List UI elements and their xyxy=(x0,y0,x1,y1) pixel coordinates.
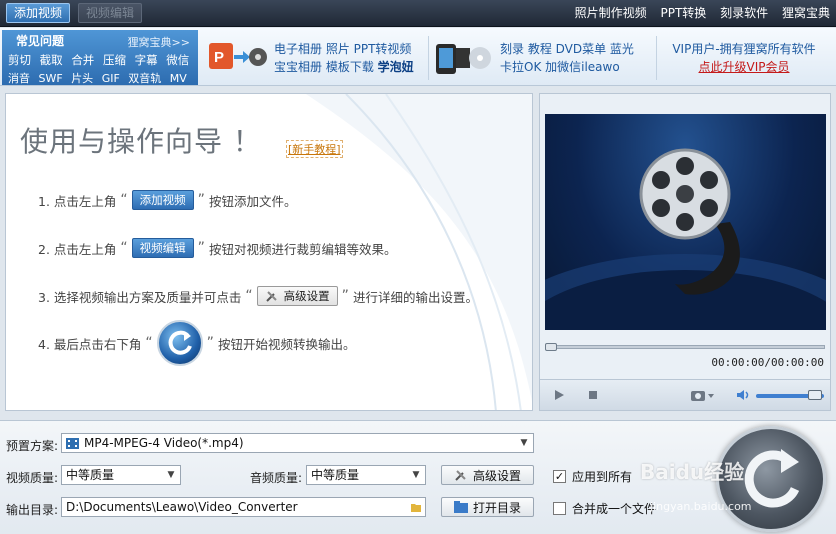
player-controls xyxy=(540,379,830,410)
preview-player: 00:00:00/00:00:00 xyxy=(539,93,831,411)
phone-dvd-icon[interactable] xyxy=(434,40,492,76)
photo-to-video-link[interactable]: 照片制作视频 xyxy=(575,6,647,20)
chevron-down-icon[interactable]: ▼ xyxy=(515,434,533,452)
faq-row-2: 消音 SWF 片头 GIF 双音轨 MV xyxy=(8,70,192,86)
guide-step-4: 4. 最后点击右下角 “ ” 按钮开始视频转换输出。 xyxy=(38,320,355,366)
folder-icon[interactable] xyxy=(410,501,422,513)
video-quality-label: 视频质量: xyxy=(6,471,59,485)
faq-link-intro[interactable]: 片头 xyxy=(71,72,93,85)
checkbox-box[interactable]: ✓ xyxy=(553,470,566,483)
faq-link-mv[interactable]: MV xyxy=(170,72,187,85)
faq-link-mute[interactable]: 消音 xyxy=(8,72,30,85)
output-dir-field[interactable]: D:\Documents\Leawo\Video_Converter xyxy=(61,497,426,517)
preset-label: 预置方案: xyxy=(6,439,59,453)
video-quality-select[interactable]: 中等质量 ▼ xyxy=(61,465,181,485)
ppt-film-icon[interactable]: P xyxy=(207,40,267,74)
promo-album-line1[interactable]: 电子相册 照片 PPT转视频 xyxy=(274,40,414,58)
promo-album-links[interactable]: 电子相册 照片 PPT转视频 宝宝相册 模板下载 学泡妞 xyxy=(274,40,414,76)
divider xyxy=(428,36,429,80)
play-icon[interactable] xyxy=(552,388,566,402)
apply-all-checkbox[interactable]: ✓ 应用到所有 xyxy=(553,468,632,485)
top-links: 照片制作视频 PPT转换 刻录软件 狸窝宝典 xyxy=(565,0,830,27)
chevron-down-icon[interactable]: ▼ xyxy=(407,466,425,484)
volume-handle[interactable] xyxy=(808,390,822,400)
timeline-handle[interactable] xyxy=(545,343,557,351)
baidu-watermark-url: jingyan.baidu.com xyxy=(650,500,752,513)
top-toolbar: 添加视频 视频编辑 照片制作视频 PPT转换 刻录软件 狸窝宝典 xyxy=(0,0,836,27)
stop-icon[interactable] xyxy=(586,388,600,402)
faq-link-swf[interactable]: SWF xyxy=(39,72,63,85)
video-edit-button[interactable]: 视频编辑 xyxy=(78,3,142,23)
chevron-down-icon[interactable]: ▼ xyxy=(162,466,180,484)
audio-quality-select[interactable]: 中等质量 ▼ xyxy=(306,465,426,485)
svg-text:P: P xyxy=(214,49,224,66)
ppt-convert-link[interactable]: PPT转换 xyxy=(661,6,707,20)
faq-link-subtitle[interactable]: 字幕 xyxy=(135,53,158,67)
step-advanced-settings-button[interactable]: 高级设置 xyxy=(256,286,338,306)
guide-step-1: 1. 点击左上角 “ 添加视频 ” 按钮添加文件。 xyxy=(38,190,297,210)
baidu-watermark: Baidu经验 xyxy=(640,460,745,484)
divider xyxy=(656,36,657,80)
camera-icon[interactable] xyxy=(690,388,716,402)
add-video-button[interactable]: 添加视频 xyxy=(6,3,70,23)
vip-panel: VIP用户-拥有狸窝所有软件 点此升级VIP会员 xyxy=(664,40,824,76)
burn-software-link[interactable]: 刻录软件 xyxy=(720,6,768,20)
audio-quality-label: 音频质量: xyxy=(250,471,303,485)
faq-title: 常见问题 xyxy=(16,34,65,48)
video-format-icon xyxy=(66,438,79,449)
output-dir-label: 输出目录: xyxy=(6,503,59,517)
preset-select[interactable]: MP4-MPEG-4 Video(*.mp4) ▼ xyxy=(61,433,534,453)
promo-burn-line2[interactable]: 卡拉OK 加微信ileawo xyxy=(500,58,634,76)
timecode-readout: 00:00:00/00:00:00 xyxy=(711,356,824,369)
faq-link-trim[interactable]: 截取 xyxy=(40,53,63,67)
merge-files-checkbox[interactable]: 合并成一个文件 xyxy=(553,500,656,517)
playback-timeline[interactable] xyxy=(545,343,825,351)
guide-title: 使用与操作向导 ！ xyxy=(20,125,262,158)
guide-step-2: 2. 点击左上角 “ 视频编辑 ” 按钮对视频进行裁剪编辑等效果。 xyxy=(38,238,397,258)
faq-row-1: 剪切 截取 合并 压缩 字幕 微信 xyxy=(8,52,194,68)
refresh-icon xyxy=(168,330,192,355)
faq-panel: 常见问题 狸窝宝典>> 剪切 截取 合并 压缩 字幕 微信 消音 SWF 片头 … xyxy=(2,30,198,85)
tools-icon xyxy=(455,470,466,481)
faq-link-cut[interactable]: 剪切 xyxy=(8,53,31,67)
film-reel-icon xyxy=(545,148,826,330)
step-convert-icon[interactable] xyxy=(156,320,203,366)
video-preview-screen[interactable] xyxy=(545,114,826,330)
step-add-video-button[interactable]: 添加视频 xyxy=(131,190,194,210)
promo-burn-links[interactable]: 刻录 教程 DVD菜单 蓝光 卡拉OK 加微信ileawo xyxy=(500,40,634,76)
guide-step-3: 3. 选择视频输出方案及质量并可点击 “ 高级设置 ” 进行详细的输出设置。 xyxy=(38,286,478,306)
faq-link-wechat[interactable]: 微信 xyxy=(166,53,189,67)
open-directory-button[interactable]: 打开目录 xyxy=(441,497,534,517)
faq-link-gif[interactable]: GIF xyxy=(102,72,120,85)
advanced-settings-button[interactable]: 高级设置 xyxy=(441,465,534,485)
step-video-edit-button[interactable]: 视频编辑 xyxy=(131,238,194,258)
promo-album-line2: 宝宝相册 模板下载 学泡妞 xyxy=(274,60,414,74)
folder-icon xyxy=(453,501,468,513)
faq-link-merge[interactable]: 合并 xyxy=(71,53,94,67)
promo-burn-line1[interactable]: 刻录 教程 DVD菜单 蓝光 xyxy=(500,40,634,58)
guide-panel: 使用与操作向导 ！ [新手教程] 1. 点击左上角 “ 添加视频 ” 按钮添加文… xyxy=(5,93,533,411)
leawo-guide-link[interactable]: 狸窝宝典 xyxy=(782,6,830,20)
faq-link-compress[interactable]: 压缩 xyxy=(103,53,126,67)
vip-text: VIP用户-拥有狸窝所有软件 xyxy=(672,42,816,56)
faq-more-link[interactable]: 狸窝宝典>> xyxy=(128,34,190,50)
volume-icon[interactable] xyxy=(736,388,750,402)
tutorial-link[interactable]: [新手教程] xyxy=(286,140,343,158)
tools-icon xyxy=(265,291,277,302)
faq-link-dual-audio[interactable]: 双音轨 xyxy=(128,72,161,85)
checkbox-box[interactable] xyxy=(553,502,566,515)
vip-upgrade-link[interactable]: 点此升级VIP会员 xyxy=(664,58,824,76)
